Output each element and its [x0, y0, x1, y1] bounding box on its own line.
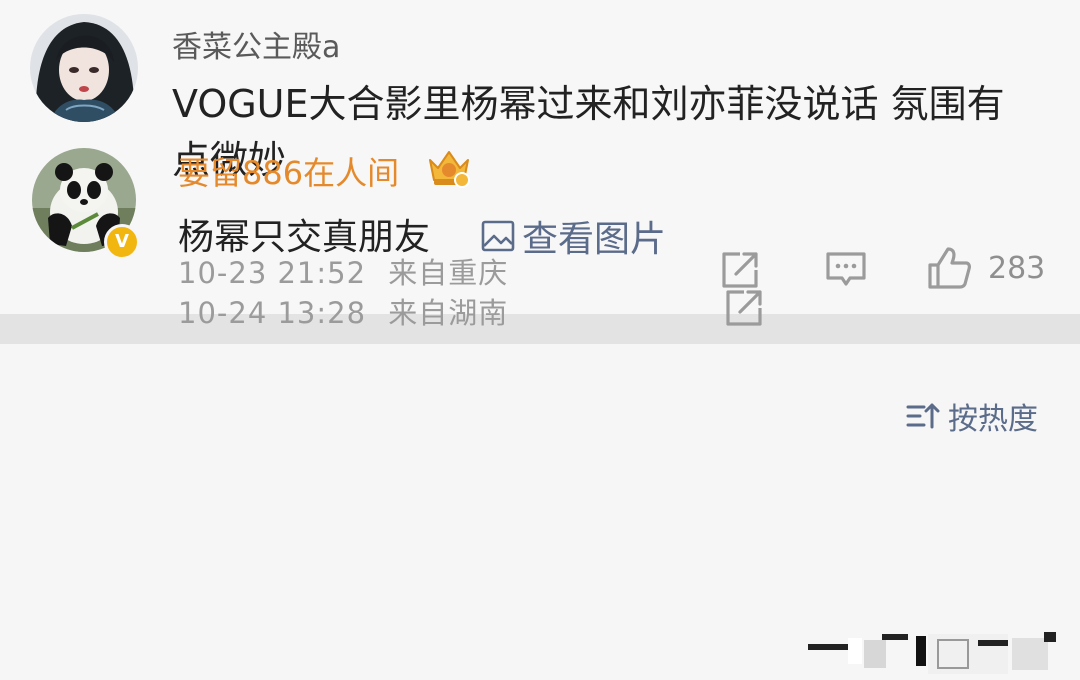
sort-icon — [906, 403, 940, 429]
like-count: 283 — [988, 250, 1046, 286]
share-icon — [726, 290, 762, 326]
post-avatar[interactable] — [30, 14, 138, 122]
comment-share-button[interactable] — [722, 286, 766, 330]
verified-badge: V — [104, 224, 140, 260]
post-username[interactable]: 香菜公主殿a — [172, 22, 340, 66]
section-divider — [0, 314, 1080, 344]
sort-label: 按热度 — [948, 402, 1038, 437]
comment-text: 杨幂只交真朋友 — [178, 217, 431, 258]
image-icon — [481, 220, 515, 252]
avatar-image — [30, 14, 138, 122]
sort-by-hot-button[interactable]: 按热度 — [906, 394, 1038, 438]
view-image-label: 查看图片 — [522, 219, 667, 260]
post-date: 10-23 21:52 — [178, 256, 367, 290]
overlay-artifact — [808, 626, 1080, 676]
comment-username[interactable]: 要留886在人间 — [178, 148, 399, 194]
comment-meta: 10-24 13:28 来自湖南 — [178, 290, 508, 332]
like-button[interactable]: 283 — [926, 246, 1045, 290]
comment-date: 10-24 13:28 — [178, 296, 367, 330]
comment-location: 来自湖南 — [388, 296, 509, 330]
crown-badge-icon — [424, 146, 474, 194]
comment-icon — [826, 252, 866, 286]
post-card: 香菜公主殿a VOGUE大合影里杨幂过来和刘亦菲没说话 氛围有点微妙 10-23… — [0, 0, 1080, 314]
comment-button[interactable] — [824, 248, 868, 292]
view-image-link[interactable]: 查看图片 — [480, 210, 666, 262]
thumbs-up-icon — [928, 247, 971, 289]
